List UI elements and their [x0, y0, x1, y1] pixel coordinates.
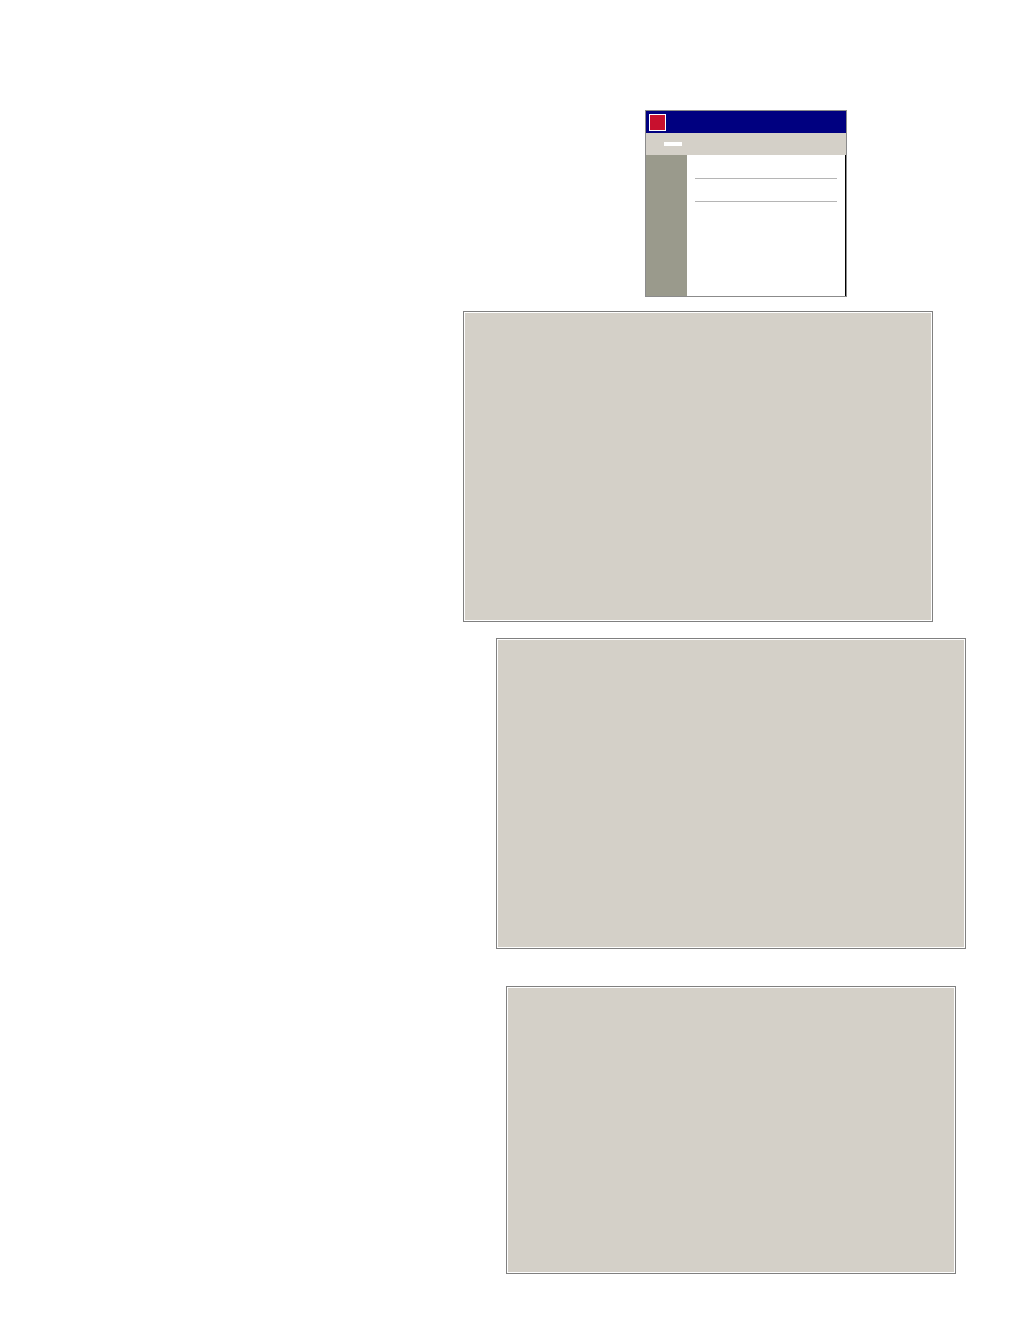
- election-menu-screenshot: [645, 110, 847, 297]
- menubar-item-election[interactable]: [664, 141, 682, 146]
- menubar-item-admin[interactable]: [700, 142, 718, 146]
- page-title: [120, 84, 124, 113]
- menu-separator: [695, 201, 837, 202]
- election-dropdown: [687, 155, 846, 296]
- menubar: [646, 133, 846, 155]
- document-page: [0, 0, 1020, 1320]
- menu-item-jurisdiction[interactable]: [687, 159, 845, 167]
- menu-separator: [695, 178, 837, 179]
- menu-backdrop: [646, 155, 846, 296]
- menu-item-write-ballot-media: [687, 190, 845, 198]
- jurisdiction-window-2: [496, 638, 966, 949]
- menubar-item-reports[interactable]: [682, 142, 700, 146]
- step-1: [120, 190, 500, 213]
- ballot-app-icon: [649, 113, 666, 131]
- jurisdiction-window-1: [463, 311, 933, 622]
- menu-item-ballot-formats[interactable]: [687, 182, 845, 190]
- jurisdiction-window-3: [506, 986, 956, 1274]
- menu-item-active-contests: [687, 167, 845, 175]
- app-titlebar: [646, 111, 846, 133]
- menu-item-import-export[interactable]: [687, 205, 845, 213]
- menubar-item-file[interactable]: [646, 142, 664, 146]
